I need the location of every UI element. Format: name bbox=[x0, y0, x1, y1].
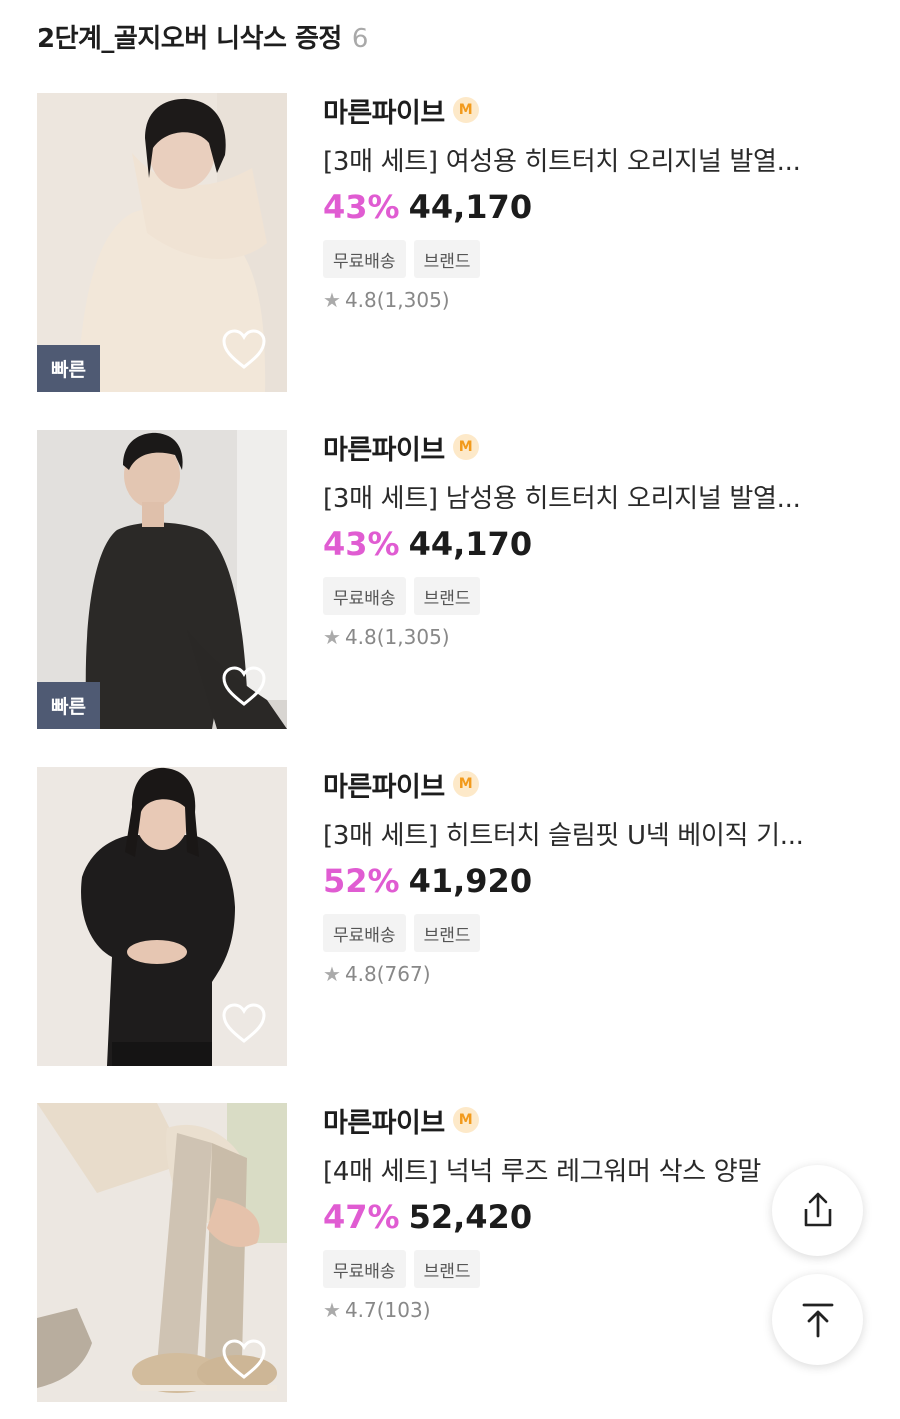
fast-delivery-badge: 빠른 bbox=[37, 682, 100, 729]
scroll-to-top-button[interactable] bbox=[772, 1274, 863, 1365]
price: 44,170 bbox=[408, 525, 533, 563]
review-count: (1,305) bbox=[376, 625, 450, 649]
price: 52,420 bbox=[408, 1198, 533, 1236]
brand-name[interactable]: 마른파이브 bbox=[323, 1101, 445, 1140]
tag-list: 무료배송 브랜드 bbox=[323, 1250, 863, 1288]
brand-name[interactable]: 마른파이브 bbox=[323, 91, 445, 130]
price-row: 43% 44,170 bbox=[323, 188, 863, 226]
brand-membership-badge: M bbox=[452, 434, 479, 460]
brand-membership-badge: M bbox=[452, 97, 479, 123]
discount-rate: 47% bbox=[323, 1198, 400, 1236]
review-count: (103) bbox=[376, 1298, 431, 1322]
product-card[interactable]: 마른파이브 M [4매 세트] 넉넉 루즈 레그워머 삭스 양말 47% 52,… bbox=[37, 1103, 877, 1403]
fast-delivery-badge: 빠른 bbox=[37, 345, 100, 392]
tag-free-shipping: 무료배송 bbox=[323, 577, 406, 615]
brand-row: 마른파이브 M bbox=[323, 1101, 863, 1140]
heart-outline-icon[interactable] bbox=[221, 665, 267, 707]
tag-brand: 브랜드 bbox=[413, 914, 481, 952]
tag-brand: 브랜드 bbox=[413, 240, 481, 278]
heart-outline-icon[interactable] bbox=[221, 328, 267, 370]
product-title[interactable]: [4매 세트] 넉넉 루즈 레그워머 삭스 양말 bbox=[323, 1151, 843, 1188]
product-image[interactable] bbox=[37, 1103, 287, 1402]
brand-name[interactable]: 마른파이브 bbox=[323, 765, 445, 804]
discount-rate: 52% bbox=[323, 862, 400, 900]
brand-membership-badge: M bbox=[452, 771, 479, 797]
tag-brand: 브랜드 bbox=[413, 577, 481, 615]
discount-rate: 43% bbox=[323, 525, 400, 563]
rating: ★ 4.8 (1,305) bbox=[323, 288, 863, 312]
brand-row: 마른파이브 M bbox=[323, 765, 863, 804]
rating-value: 4.8 bbox=[344, 962, 377, 986]
product-info: 마른파이브 M [3매 세트] 히트터치 슬림핏 U넥 베이직 기... 52%… bbox=[323, 767, 863, 986]
rating-value: 4.8 bbox=[344, 625, 377, 649]
tag-list: 무료배송 브랜드 bbox=[323, 240, 863, 278]
brand-row: 마른파이브 M bbox=[323, 91, 863, 130]
product-image[interactable]: 빠른 bbox=[37, 430, 287, 729]
share-icon bbox=[804, 1192, 831, 1226]
rating: ★ 4.8 (767) bbox=[323, 962, 863, 986]
section-header: 2단계_골지오버 니삭스 증정 6 bbox=[37, 18, 368, 58]
review-count: (767) bbox=[376, 962, 431, 986]
product-title[interactable]: [3매 세트] 남성용 히트터치 오리지널 발열... bbox=[323, 478, 843, 515]
heart-outline-icon[interactable] bbox=[221, 1338, 267, 1380]
section-count: 6 bbox=[351, 24, 369, 54]
price-row: 43% 44,170 bbox=[323, 525, 863, 563]
share-button[interactable] bbox=[772, 1165, 863, 1256]
heart-outline-icon[interactable] bbox=[221, 1002, 267, 1044]
brand-name[interactable]: 마른파이브 bbox=[323, 428, 445, 467]
price: 41,920 bbox=[408, 862, 533, 900]
star-icon: ★ bbox=[323, 625, 341, 649]
tag-brand: 브랜드 bbox=[413, 1250, 481, 1288]
star-icon: ★ bbox=[323, 1298, 341, 1322]
star-icon: ★ bbox=[323, 962, 341, 986]
tag-free-shipping: 무료배송 bbox=[323, 1250, 406, 1288]
arrow-up-to-line-icon bbox=[802, 1303, 833, 1337]
tag-list: 무료배송 브랜드 bbox=[323, 914, 863, 952]
review-count: (1,305) bbox=[376, 288, 450, 312]
product-info: 마른파이브 M [3매 세트] 남성용 히트터치 오리지널 발열... 43% … bbox=[323, 430, 863, 649]
rating-value: 4.8 bbox=[344, 288, 377, 312]
star-icon: ★ bbox=[323, 288, 341, 312]
product-card[interactable]: 마른파이브 M [3매 세트] 히트터치 슬림핏 U넥 베이직 기... 52%… bbox=[37, 767, 877, 1067]
product-image[interactable]: 빠른 bbox=[37, 93, 287, 392]
product-title[interactable]: [3매 세트] 히트터치 슬림핏 U넥 베이직 기... bbox=[323, 815, 843, 852]
tag-list: 무료배송 브랜드 bbox=[323, 577, 863, 615]
product-list-page: 2단계_골지오버 니삭스 증정 6 빠른 마른파이브 M [3매 세트] 여성용… bbox=[0, 0, 900, 1419]
rating: ★ 4.8 (1,305) bbox=[323, 625, 863, 649]
rating-value: 4.7 bbox=[344, 1298, 377, 1322]
product-image[interactable] bbox=[37, 767, 287, 1066]
section-title: 2단계_골지오버 니삭스 증정 bbox=[37, 24, 342, 54]
tag-free-shipping: 무료배송 bbox=[323, 914, 406, 952]
brand-row: 마른파이브 M bbox=[323, 428, 863, 467]
tag-free-shipping: 무료배송 bbox=[323, 240, 406, 278]
product-info: 마른파이브 M [3매 세트] 여성용 히트터치 오리지널 발열... 43% … bbox=[323, 93, 863, 312]
price-row: 52% 41,920 bbox=[323, 862, 863, 900]
product-title[interactable]: [3매 세트] 여성용 히트터치 오리지널 발열... bbox=[323, 141, 843, 178]
product-card[interactable]: 빠른 마른파이브 M [3매 세트] 여성용 히트터치 오리지널 발열... 4… bbox=[37, 93, 877, 393]
brand-membership-badge: M bbox=[452, 1107, 479, 1133]
discount-rate: 43% bbox=[323, 188, 400, 226]
price: 44,170 bbox=[408, 188, 533, 226]
product-card[interactable]: 빠른 마른파이브 M [3매 세트] 남성용 히트터치 오리지널 발열... 4… bbox=[37, 430, 877, 730]
